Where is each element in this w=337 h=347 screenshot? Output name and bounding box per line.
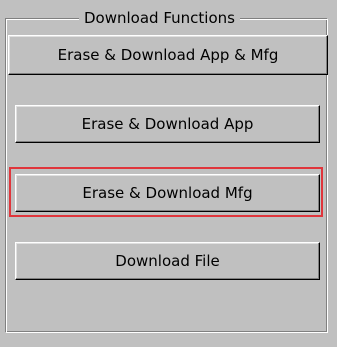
erase-download-mfg-button[interactable]: Erase & Download Mfg xyxy=(15,174,320,212)
erase-download-app-mfg-button[interactable]: Erase & Download App & Mfg xyxy=(8,35,328,75)
button-label: Erase & Download App xyxy=(81,115,254,133)
download-file-button[interactable]: Download File xyxy=(15,242,320,280)
button-label: Erase & Download App & Mfg xyxy=(57,46,279,64)
button-label: Erase & Download Mfg xyxy=(82,184,253,202)
download-functions-panel: Download Functions Erase & Download App … xyxy=(0,0,337,347)
erase-download-app-button[interactable]: Erase & Download App xyxy=(15,105,320,143)
groupbox-title: Download Functions xyxy=(79,9,240,27)
button-label: Download File xyxy=(115,252,220,270)
